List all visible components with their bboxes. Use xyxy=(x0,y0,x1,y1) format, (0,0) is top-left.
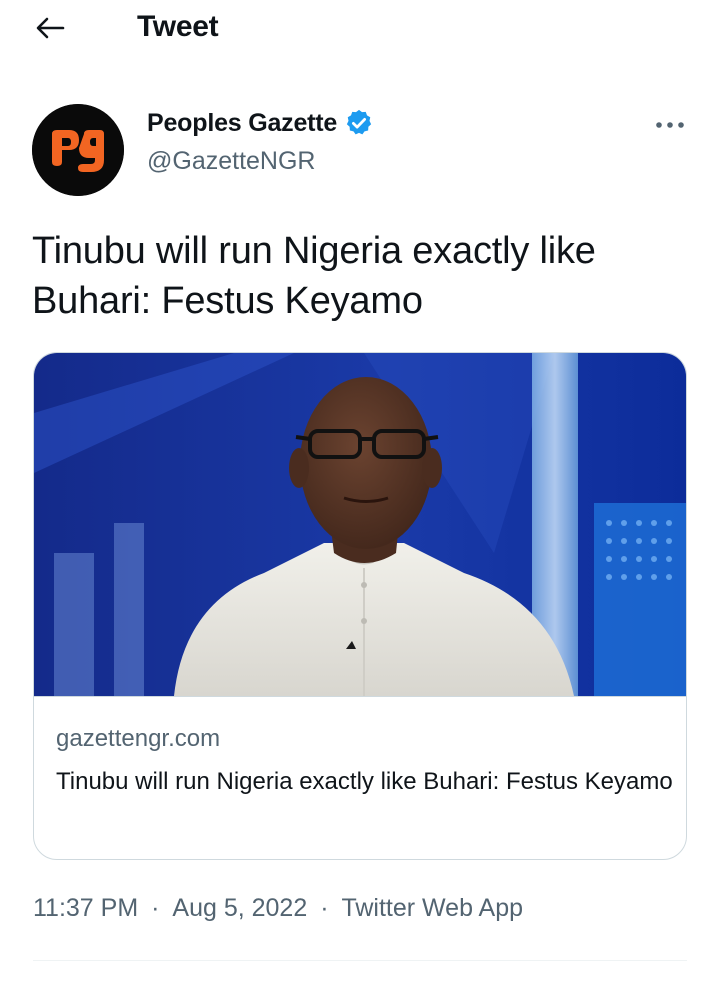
page-title: Tweet xyxy=(137,10,219,43)
article-photo xyxy=(34,353,686,696)
display-name[interactable]: Peoples Gazette xyxy=(147,109,337,138)
more-horizontal-icon xyxy=(656,122,684,128)
verified-badge-icon xyxy=(347,109,372,135)
tweet-source[interactable]: Twitter Web App xyxy=(341,894,523,923)
link-card-meta: gazettengr.com Tinubu will run Nigeria e… xyxy=(34,696,686,859)
tweet-time[interactable]: 11:37 PM xyxy=(33,894,138,923)
link-card-domain: gazettengr.com xyxy=(56,725,221,752)
gazette-logo-icon xyxy=(32,104,124,196)
meta-separator: · xyxy=(320,894,329,922)
divider xyxy=(33,960,687,961)
avatar[interactable] xyxy=(32,104,124,196)
user-handle[interactable]: @GazetteNGR xyxy=(147,147,315,176)
back-button[interactable] xyxy=(28,8,72,48)
arrow-left-icon xyxy=(36,17,65,39)
more-options-button[interactable] xyxy=(650,108,690,142)
link-card[interactable]: gazettengr.com Tinubu will run Nigeria e… xyxy=(33,352,687,860)
tweet-meta: 11:37 PM · Aug 5, 2022 · Twitter Web App xyxy=(33,894,523,923)
link-card-image xyxy=(34,353,686,696)
tweet-date[interactable]: Aug 5, 2022 xyxy=(172,894,307,923)
link-card-title: Tinubu will run Nigeria exactly like Buh… xyxy=(56,768,673,795)
author-name-row: Peoples Gazette xyxy=(147,108,374,138)
top-bar: Tweet xyxy=(0,0,720,60)
tweet-text: Tinubu will run Nigeria exactly like Buh… xyxy=(32,230,596,322)
meta-separator: · xyxy=(151,894,160,922)
